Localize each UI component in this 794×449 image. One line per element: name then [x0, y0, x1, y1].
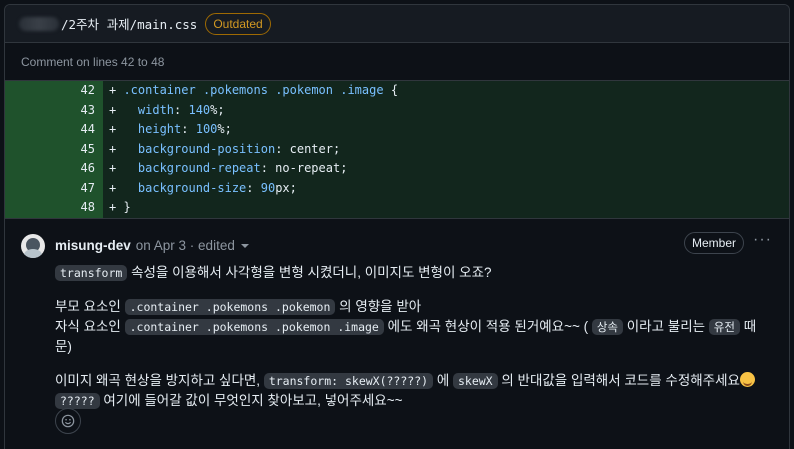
member-badge: Member: [683, 231, 744, 254]
review-thread: /2주차 과제/main.css Outdated Comment on lin…: [4, 4, 790, 449]
text: 여기에 들어갈 값이 무엇인지 찾아보고, 넣어주세요~~: [99, 392, 403, 408]
comment-header: misung-dev on Apr 3 · edited: [21, 233, 773, 258]
text: 의 영향을 받아: [335, 298, 422, 314]
code-text: + background-repeat: no-repeat;: [109, 161, 348, 175]
text: 에도 왜곡 현상이 적용 된거예요~~ (: [383, 318, 592, 334]
author-link[interactable]: misung-dev: [55, 238, 131, 253]
text: 이미지 왜곡 현상을 방지하고 싶다면,: [55, 372, 264, 388]
add-reaction-smiley-icon[interactable]: [55, 407, 81, 434]
line-number[interactable]: 42: [5, 81, 103, 101]
comment-meta[interactable]: on Apr 3 · edited: [136, 238, 249, 253]
diff-line: 45 + background-position: center;: [5, 139, 789, 159]
inline-code: 유전: [708, 318, 740, 335]
inline-code: 상속: [591, 318, 624, 335]
smiling-face-icon: [739, 371, 755, 387]
file-header: /2주차 과제/main.css Outdated: [5, 5, 789, 43]
text: 자식 요소인: [55, 318, 125, 334]
line-number[interactable]: 43: [5, 100, 103, 120]
file-path-link[interactable]: /2주차 과제/main.css: [61, 14, 197, 33]
diff-line: 44 + height: 100%;: [5, 120, 789, 140]
line-number[interactable]: 46: [5, 159, 103, 179]
inline-code: transform: skewX(?????): [263, 372, 434, 389]
code-text: + height: 100%;: [109, 122, 232, 136]
comment-lines-label: Comment on lines 42 to 48: [5, 43, 789, 81]
text: 부모 요소인: [55, 298, 125, 314]
code-text: + width: 140%;: [109, 102, 225, 117]
avatar[interactable]: [21, 233, 45, 258]
chevron-down-icon[interactable]: [240, 244, 249, 249]
redacted-path-segment: [19, 16, 59, 31]
code-text: + }: [109, 200, 131, 214]
inline-code: skewX: [452, 372, 498, 389]
inline-code: .container .pokemons .pokemon .image: [124, 318, 384, 335]
review-comment: misung-dev on Apr 3 · edited Member ··· …: [5, 217, 789, 449]
diff-line: 47 + background-size: 90px;: [5, 178, 789, 198]
code-text: + background-position: center;: [109, 141, 341, 156]
line-number[interactable]: 48: [5, 198, 103, 218]
comment-date-edited[interactable]: on Apr 3 · edited: [136, 238, 235, 253]
line-number[interactable]: 45: [5, 139, 103, 159]
comment-body: transform 속성을 이용해서 사각형을 변형 시켰더니, 이미지도 변형…: [21, 263, 773, 411]
diff-line: 46 + background-repeat: no-repeat;: [5, 159, 789, 179]
kebab-menu-icon[interactable]: ···: [753, 231, 772, 249]
paragraph-2: 부모 요소인 .container .pokemons .pokemon 의 영…: [55, 297, 773, 357]
paragraph-3: 이미지 왜곡 현상을 방지하고 싶다면, transform: skewX(??…: [55, 371, 773, 411]
text: 의 반대값을 입력해서 코드를 수정해주세요: [497, 372, 740, 388]
line-number[interactable]: 47: [5, 178, 103, 198]
paragraph-1: transform 속성을 이용해서 사각형을 변형 시켰더니, 이미지도 변형…: [55, 263, 773, 283]
diff-line: 42 + .container .pokemons .pokemon .image…: [5, 81, 789, 101]
text: 이라고 불리는: [623, 318, 709, 334]
text: 속성을 이용해서 사각형을 변형 시켰더니, 이미지도 변형이 오죠?: [127, 264, 492, 280]
diff-line: 43 + width: 140%;: [5, 100, 789, 120]
diff-snippet: 42 + .container .pokemons .pokemon .image…: [5, 81, 789, 218]
line-number[interactable]: 44: [5, 120, 103, 140]
inline-code: .container .pokemons .pokemon: [124, 298, 336, 315]
outdated-badge: Outdated: [205, 12, 271, 35]
text: 에: [433, 372, 453, 388]
inline-code: ?????: [55, 392, 100, 409]
inline-code: transform: [55, 264, 128, 281]
code-text: + .container .pokemons .pokemon .image {: [109, 83, 399, 97]
code-text: + background-size: 90px;: [109, 180, 297, 195]
diff-line: 48 + }: [5, 198, 789, 218]
